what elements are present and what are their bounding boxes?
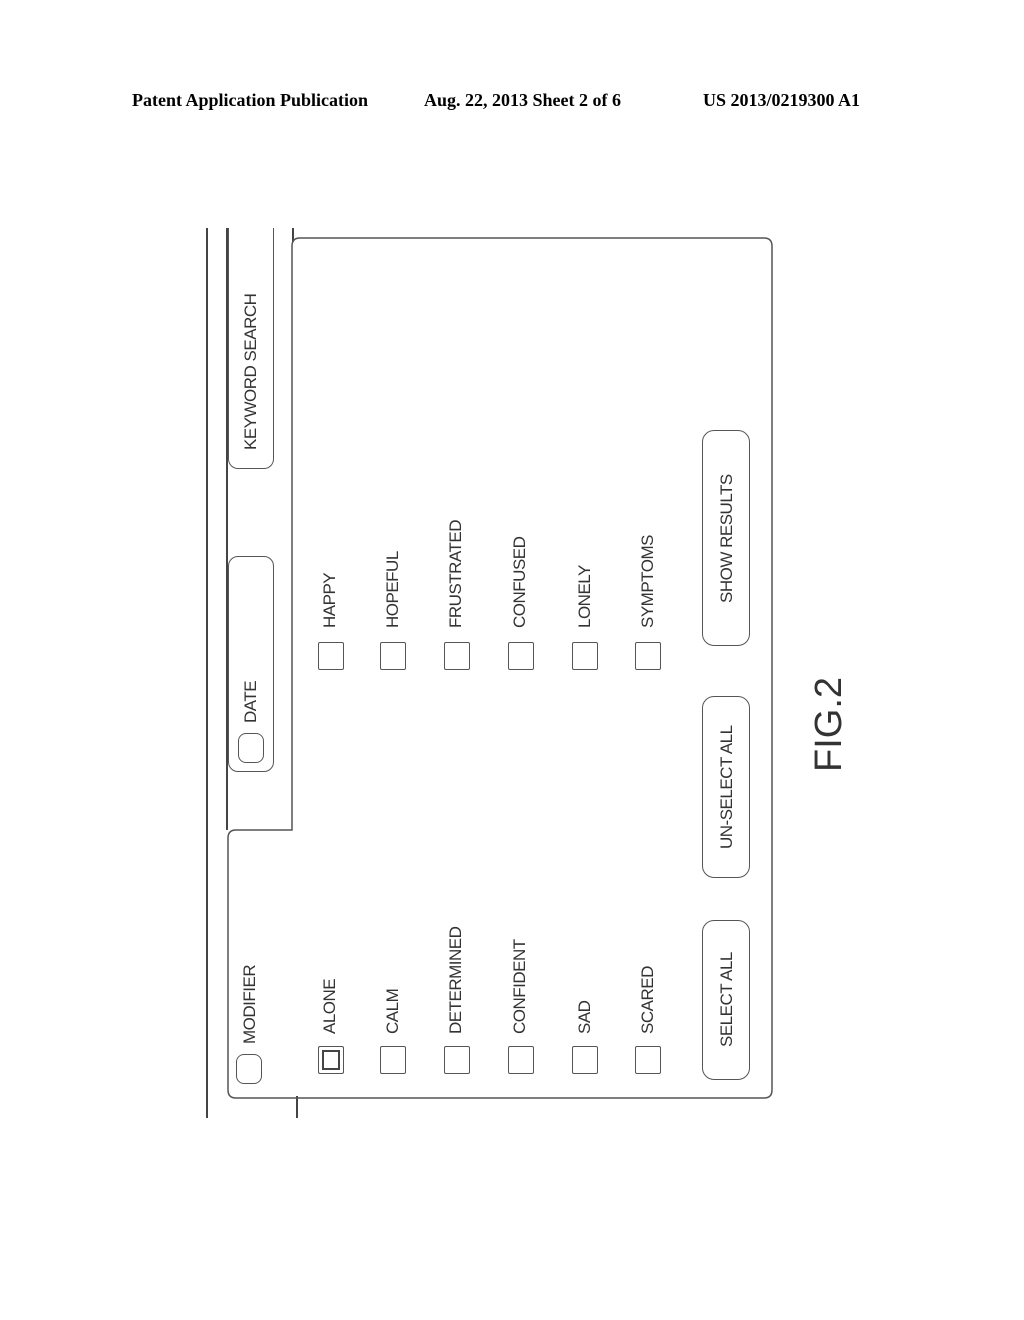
checkbox-label-determined: DETERMINED — [446, 926, 465, 1034]
checkbox-label-lonely: LONELY — [575, 565, 594, 628]
checkbox-label-confident: CONFIDENT — [510, 939, 529, 1034]
tab-date[interactable]: DATE — [228, 556, 274, 772]
checkbox-symptoms[interactable] — [635, 642, 661, 670]
checkbox-lonely[interactable] — [572, 642, 598, 670]
modifier-radio[interactable] — [236, 1054, 262, 1084]
figure-label: FIG.2 — [808, 676, 850, 772]
checkbox-label-frustrated: FRUSTRATED — [446, 519, 465, 628]
select-all-label: SELECT ALL — [717, 952, 736, 1047]
checkbox-sad[interactable] — [572, 1046, 598, 1074]
select-all-button[interactable]: SELECT ALL — [702, 920, 750, 1080]
checkbox-label-sad: SAD — [575, 1000, 594, 1034]
date-radio[interactable] — [238, 733, 264, 763]
tab-modifier-label: MODIFIER — [240, 964, 259, 1044]
checkbox-scared[interactable] — [635, 1046, 661, 1074]
checkbox-confident[interactable] — [508, 1046, 534, 1074]
checkbox-frustrated[interactable] — [444, 642, 470, 670]
checkbox-label-hopeful: HOPEFUL — [383, 551, 402, 628]
checkbox-calm[interactable] — [380, 1046, 406, 1074]
show-results-label: SHOW RESULTS — [717, 474, 736, 603]
checkbox-label-confused: CONFUSED — [510, 536, 529, 628]
checkbox-label-alone: ALONE — [320, 978, 339, 1034]
tab-keyword-search-label: KEYWORD SEARCH — [241, 293, 260, 450]
unselect-all-label: UN-SELECT ALL — [717, 725, 736, 849]
checkbox-alone[interactable] — [318, 1046, 344, 1074]
show-results-button[interactable]: SHOW RESULTS — [702, 430, 750, 646]
checkbox-confused[interactable] — [508, 642, 534, 670]
checkbox-determined[interactable] — [444, 1046, 470, 1074]
checkbox-label-symptoms: SYMPTOMS — [638, 535, 657, 628]
tab-date-label: DATE — [241, 680, 260, 723]
checkbox-label-scared: SCARED — [638, 966, 657, 1034]
checkbox-happy[interactable] — [318, 642, 344, 670]
checkbox-hopeful[interactable] — [380, 642, 406, 670]
checkbox-label-calm: CALM — [383, 988, 402, 1034]
checkbox-label-happy: HAPPY — [320, 572, 339, 628]
unselect-all-button[interactable]: UN-SELECT ALL — [702, 696, 750, 878]
tab-keyword-search[interactable]: KEYWORD SEARCH — [228, 228, 274, 469]
